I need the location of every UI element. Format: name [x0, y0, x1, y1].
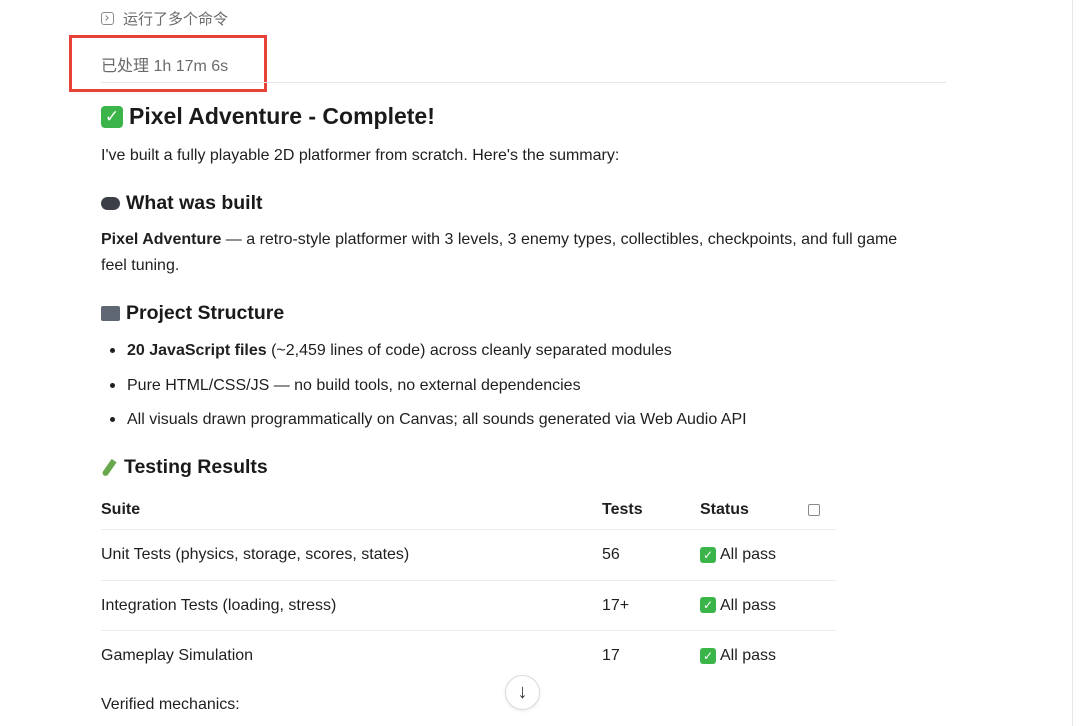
copy-icon[interactable]: [808, 500, 823, 516]
status-text: All pass: [720, 596, 777, 614]
results-table: Suite Tests Status Unit Tests (physics, …: [101, 491, 836, 681]
list-item-bold: 20 JavaScript files: [127, 342, 267, 359]
table-row: Gameplay Simulation 17 ✓ All pass: [101, 631, 836, 681]
test-tube-icon: [101, 458, 117, 477]
page-title-text: Pixel Adventure - Complete!: [129, 103, 435, 129]
status-cell: ✓ All pass: [700, 530, 776, 579]
status-text: All pass: [720, 647, 777, 664]
what-built-desc: — a retro-style platformer with 3 levels…: [221, 231, 898, 248]
list-item-text: Pure HTML/CSS/JS — no build tools, no ex…: [127, 376, 581, 394]
list-item-text: (~2,459 lines of code) across cleanly se…: [266, 342, 672, 359]
heading-what-built-text: What was built: [126, 192, 263, 214]
tests-cell: 17: [602, 647, 620, 664]
folder-icon: [101, 306, 120, 321]
col-suite: Suite: [101, 501, 141, 518]
panel-divider: [1072, 0, 1073, 726]
tests-cell: 17+: [602, 596, 630, 614]
heading-structure: Project Structure: [101, 302, 284, 325]
divider: [101, 82, 946, 83]
arrow-down-icon: ↓: [517, 681, 528, 703]
commands-summary[interactable]: 运行了多个命令: [101, 8, 228, 29]
what-built-paragraph: Pixel Adventure — a retro-style platform…: [101, 227, 897, 279]
check-icon: ✓: [700, 647, 716, 664]
project-name: Pixel Adventure: [101, 231, 222, 248]
heading-testing-text: Testing Results: [124, 456, 268, 478]
status-cell: ✓ All pass: [700, 631, 776, 680]
tests-cell: 56: [602, 546, 620, 563]
status-text: All pass: [720, 546, 777, 563]
processed-time: 已处理 1h 17m 6s: [101, 52, 228, 76]
gamepad-icon: [101, 197, 120, 210]
processed-duration: 1h 17m 6s: [153, 58, 229, 75]
terminal-icon: [101, 12, 114, 25]
check-icon: ✓: [700, 597, 716, 613]
commands-label: 运行了多个命令: [123, 11, 229, 28]
chat-page: 运行了多个命令 已处理 1h 17m 6s ✓ Pixel Adventure …: [0, 0, 1080, 726]
table-header: Suite Tests Status: [101, 491, 836, 530]
list-item: 20 JavaScript files (~2,459 lines of cod…: [110, 338, 747, 373]
suite-cell: Unit Tests (physics, storage, scores, st…: [101, 546, 410, 563]
heading-what-built: What was built: [101, 192, 263, 215]
col-status: Status: [700, 501, 749, 518]
intro-text: I've built a fully playable 2D platforme…: [101, 147, 620, 164]
table-row: Integration Tests (loading, stress) 17+ …: [101, 581, 836, 631]
what-built-line1: Pixel Adventure — a retro-style platform…: [101, 227, 897, 253]
list-item: Pure HTML/CSS/JS — no build tools, no ex…: [110, 373, 747, 408]
structure-list: 20 JavaScript files (~2,459 lines of cod…: [101, 338, 747, 442]
col-tests: Tests: [602, 501, 643, 518]
list-item-text: All visuals drawn programmatically on Ca…: [127, 411, 747, 428]
what-built-line2: feel tuning.: [101, 257, 180, 274]
suite-cell: Gameplay Simulation: [101, 647, 254, 664]
table-row: Unit Tests (physics, storage, scores, st…: [101, 530, 836, 581]
check-icon: ✓: [101, 105, 123, 128]
list-item: All visuals drawn programmatically on Ca…: [110, 407, 747, 442]
scroll-down-button[interactable]: ↓: [505, 675, 540, 710]
heading-structure-text: Project Structure: [126, 302, 285, 324]
status-cell: ✓ All pass: [700, 581, 776, 630]
verified-text: Verified mechanics:: [101, 696, 240, 713]
heading-testing: Testing Results: [101, 456, 268, 479]
suite-cell: Integration Tests (loading, stress): [101, 596, 337, 614]
page-title: ✓ Pixel Adventure - Complete!: [101, 103, 435, 130]
processed-label: 已处理: [101, 58, 150, 75]
check-icon: ✓: [700, 546, 716, 563]
